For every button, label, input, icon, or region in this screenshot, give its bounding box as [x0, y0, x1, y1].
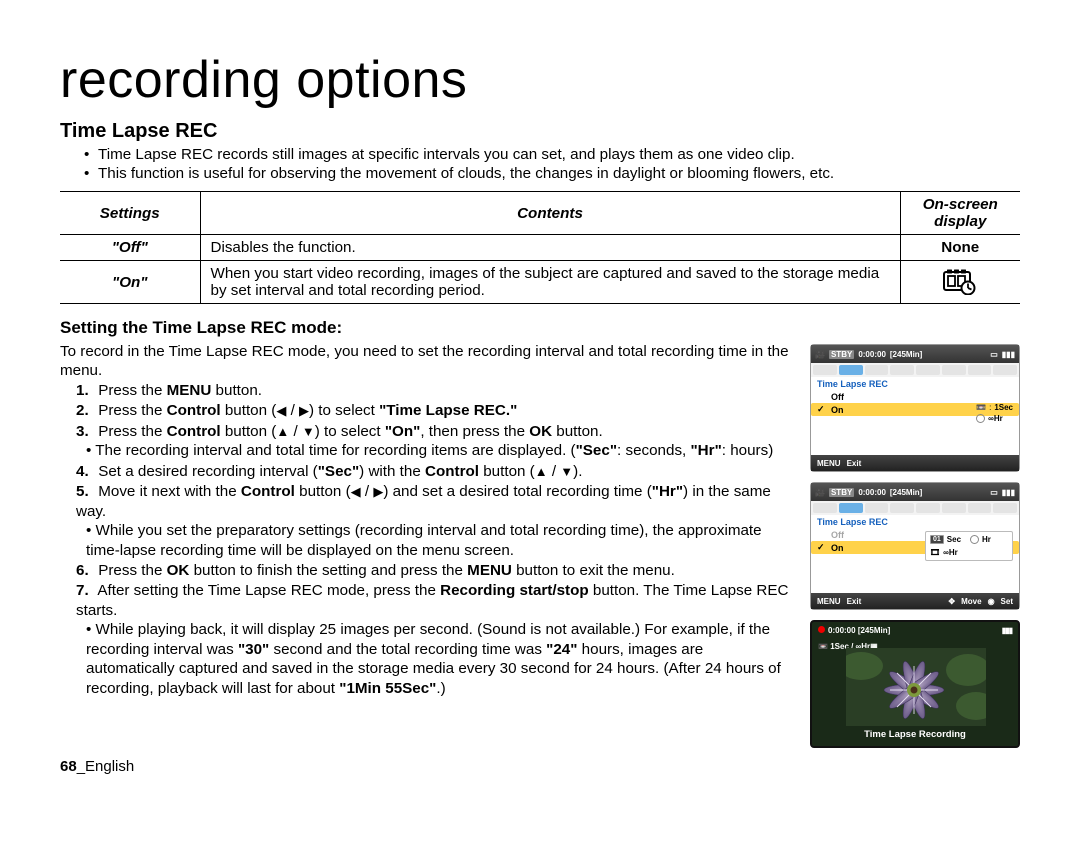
recording-caption: Time Lapse Recording: [812, 729, 1018, 740]
step-2: 2. Press the Control button (◀ / ▶) to s…: [76, 401, 792, 420]
battery-icon: ▮▮▮: [1002, 488, 1015, 497]
step-7-sub: While playing back, it will display 25 i…: [86, 620, 792, 698]
up-arrow-icon: ▲: [276, 424, 289, 441]
col-header-settings: Settings: [60, 192, 200, 235]
step-7: 7. After setting the Time Lapse REC mode…: [76, 581, 792, 698]
lcd-screenshot-2: 🎥 STBY 0:00:00 [245Min] ▭ ▮▮▮ Time Lapse…: [810, 482, 1020, 610]
setting-on-display: [900, 261, 1020, 304]
step-5: 5. Move it next with the Control button …: [76, 482, 792, 560]
menu-title: Time Lapse REC: [811, 515, 1019, 529]
up-arrow-icon: ▲: [535, 464, 548, 481]
setting-on-label: "On": [60, 261, 200, 304]
step-6: 6. Press the OK button to finish the set…: [76, 561, 792, 580]
time-lapse-icon: [943, 269, 977, 295]
section-heading: Time Lapse REC: [60, 120, 1020, 143]
step-3-sub: The recording interval and total time fo…: [86, 441, 792, 460]
right-arrow-icon: ▶: [373, 484, 383, 501]
lcd-screenshot-3: 0:00:00 [245Min] ▮▮▮ 📼 1Sec / ∞Hr ▦: [810, 620, 1020, 748]
sub-heading: Setting the Time Lapse REC mode:: [60, 318, 1020, 338]
film-icon: 🎞: [930, 548, 940, 557]
rec-dot-icon: [818, 626, 825, 633]
setting-off-display: None: [900, 235, 1020, 261]
setting-on-contents: When you start video recording, images o…: [200, 261, 900, 304]
settings-table: Settings Contents On-screen display "Off…: [60, 191, 1020, 304]
left-arrow-icon: ◀: [351, 484, 361, 501]
col-header-display: On-screen display: [900, 192, 1020, 235]
camcorder-icon: 🎥: [815, 488, 825, 497]
intro-bullets: Time Lapse REC records still images at s…: [84, 145, 1020, 183]
page-footer: 68_English: [60, 758, 1020, 775]
table-row: "Off" Disables the function. None: [60, 235, 1020, 261]
card-icon: ▭: [990, 488, 998, 497]
battery-icon: ▮▮▮: [1002, 626, 1012, 635]
card-icon: ▭: [990, 350, 998, 359]
right-arrow-icon: ▶: [299, 403, 309, 420]
check-icon: ✓: [817, 542, 827, 553]
down-arrow-icon: ▼: [560, 464, 573, 481]
flower-photo: [846, 648, 986, 726]
nav-icon: ✥: [948, 597, 955, 606]
step-3: 3. Press the Control button (▲ / ▼) to s…: [76, 422, 792, 461]
step-4: 4. Set a desired recording interval ("Se…: [76, 462, 792, 481]
setting-off-contents: Disables the function.: [200, 235, 900, 261]
step-1: 1. Press the MENU button.: [76, 381, 792, 400]
down-arrow-icon: ▼: [302, 424, 315, 441]
intro-bullet: Time Lapse REC records still images at s…: [84, 145, 1020, 164]
left-arrow-icon: ◀: [276, 403, 286, 420]
menu-title: Time Lapse REC: [811, 377, 1019, 391]
chapter-title: recording options: [60, 54, 1020, 106]
step-5-sub: While you set the preparatory settings (…: [86, 521, 792, 560]
camcorder-icon: 🎥: [815, 350, 825, 359]
setting-off-label: "Off": [60, 235, 200, 261]
check-icon: ✓: [817, 404, 827, 415]
instructions-intro: To record in the Time Lapse REC mode, yo…: [60, 342, 792, 381]
screenshot-thumbnails: 🎥 STBY 0:00:00 [245Min] ▭ ▮▮▮ Time Lapse…: [810, 344, 1020, 748]
battery-icon: ▮▮▮: [1002, 350, 1015, 359]
instructions: To record in the Time Lapse REC mode, yo…: [60, 342, 792, 748]
col-header-contents: Contents: [200, 192, 900, 235]
timelapse-mini-icon: 📼: [818, 642, 828, 651]
lcd-screenshot-1: 🎥 STBY 0:00:00 [245Min] ▭ ▮▮▮ Time Lapse…: [810, 344, 1020, 472]
table-row: "On" When you start video recording, ima…: [60, 261, 1020, 304]
intro-bullet: This function is useful for observing th…: [84, 164, 1020, 183]
ok-icon: ◉: [988, 597, 995, 606]
timelapse-mini-icon: 📼: [976, 403, 986, 412]
